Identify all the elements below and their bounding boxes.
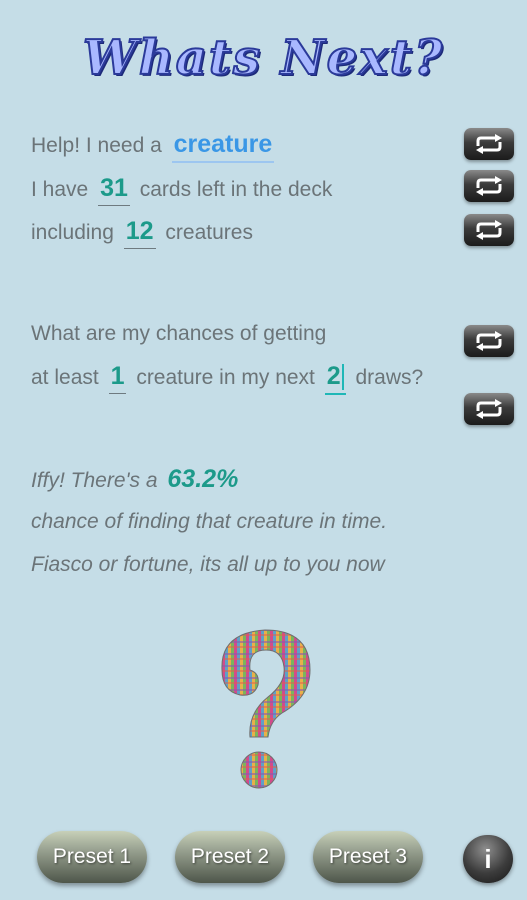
result-line-3: Fiasco or fortune, its all up to you now [31, 553, 385, 576]
preset-2-button[interactable]: Preset 2 [175, 831, 285, 883]
draws-field[interactable]: 2 [324, 362, 346, 396]
refresh-icon [476, 331, 502, 351]
question-line-2: at least 1 creature in my next 2 draws? [31, 362, 424, 396]
info-button[interactable]: i [463, 835, 513, 883]
including-line: including 12 creatures [31, 217, 253, 249]
refresh-draws-button[interactable] [464, 393, 514, 425]
question-mid-label: creature in my next [136, 366, 315, 389]
type-plural-label: creatures [165, 221, 253, 244]
refresh-icon [476, 399, 502, 419]
draws-value: 2 [326, 362, 341, 390]
deck-count-field[interactable]: 31 [98, 174, 130, 206]
at-least-label: at least [31, 366, 99, 389]
question-line-1: What are my chances of getting [31, 322, 327, 345]
min-count-field[interactable]: 1 [108, 362, 127, 394]
help-prefix: Help! I need a [31, 134, 162, 157]
have-suffix: cards left in the deck [139, 178, 333, 201]
including-label: including [31, 221, 114, 244]
type-count-field[interactable]: 12 [123, 217, 156, 249]
refresh-icon [476, 220, 502, 240]
preset-3-button[interactable]: Preset 3 [313, 831, 423, 883]
have-prefix: I have [31, 178, 89, 201]
deck-line: I have 31 cards left in the deck [31, 174, 332, 206]
refresh-type-count-button[interactable] [464, 214, 514, 246]
result-line-1: Iffy! There's a 63.2% [31, 464, 238, 496]
result-percent: 63.2% [167, 465, 239, 493]
result-line-2: chance of finding that creature in time. [31, 510, 388, 533]
preset-1-button[interactable]: Preset 1 [37, 831, 147, 883]
refresh-deck-count-button[interactable] [464, 170, 514, 202]
refresh-min-count-button[interactable] [464, 325, 514, 357]
result-prefix: Iffy! There's a [31, 469, 158, 492]
help-line: Help! I need a creature [31, 130, 278, 163]
app-title: Whats Next? [82, 29, 445, 87]
card-type-field[interactable]: creature [171, 130, 275, 163]
question-mark-icon [221, 629, 311, 789]
refresh-icon [476, 134, 502, 154]
text-cursor [341, 364, 344, 391]
refresh-icon [476, 176, 502, 196]
draws-suffix: draws? [355, 366, 424, 389]
refresh-card-type-button[interactable] [464, 128, 514, 160]
